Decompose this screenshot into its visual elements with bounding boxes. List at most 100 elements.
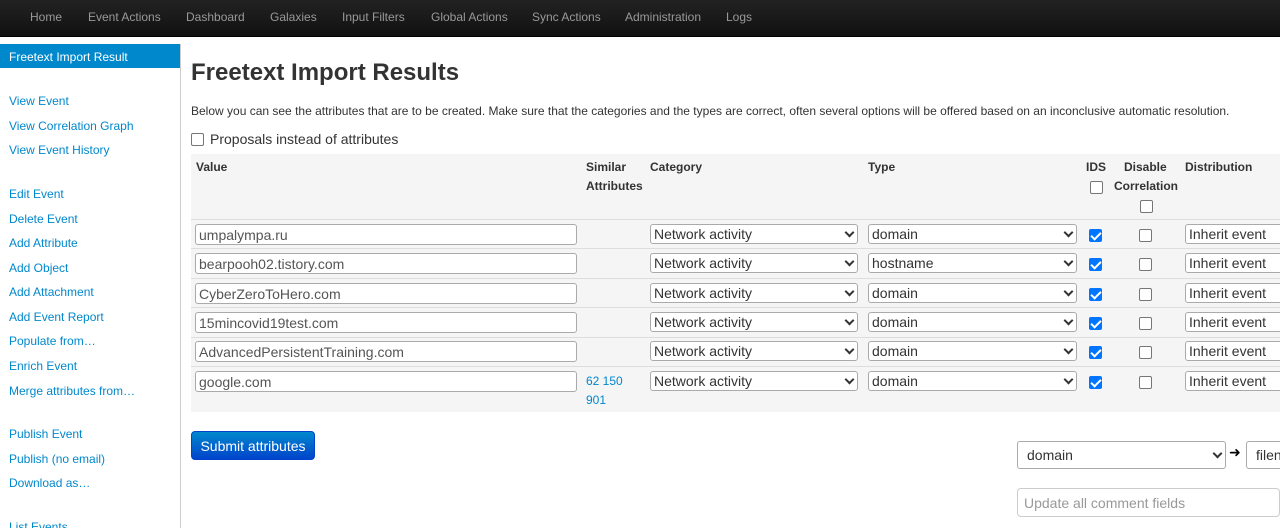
- distribution-select[interactable]: Inherit event: [1185, 341, 1280, 361]
- type-select[interactable]: domain: [868, 312, 1077, 332]
- sidebar-item-view-event-history[interactable]: View Event History: [9, 143, 109, 157]
- sidebar-item-publish-no-email[interactable]: Publish (no email): [9, 452, 105, 466]
- header-category: Category: [650, 160, 703, 174]
- header-value: Value: [196, 160, 228, 174]
- chevron-down-icon: [844, 286, 855, 297]
- ids-checkbox[interactable]: [1089, 376, 1102, 389]
- nav-galaxies[interactable]: Galaxies: [270, 10, 317, 24]
- type-value: domain: [872, 285, 918, 301]
- sidebar-item-publish-event[interactable]: Publish Event: [9, 427, 82, 441]
- page-description: Below you can see the attributes that ar…: [191, 104, 1230, 118]
- category-value: Network activity: [654, 255, 753, 271]
- category-select[interactable]: Network activity: [650, 341, 858, 361]
- nav-input-filters[interactable]: Input Filters: [342, 10, 405, 24]
- sidebar-item-edit-event[interactable]: Edit Event: [9, 187, 64, 201]
- distribution-select[interactable]: Inherit event: [1185, 371, 1280, 391]
- sidebar-item-populate-from[interactable]: Populate from…: [9, 334, 96, 348]
- chevron-down-icon: [844, 344, 855, 355]
- sidebar-item-add-event-report[interactable]: Add Event Report: [9, 310, 104, 324]
- sidebar-item-enrich-event[interactable]: Enrich Event: [9, 359, 77, 373]
- disable-correlation-checkbox[interactable]: [1139, 258, 1152, 271]
- type-value: domain: [872, 226, 918, 242]
- type-select[interactable]: domain: [868, 224, 1077, 244]
- category-select[interactable]: Network activity: [650, 283, 858, 303]
- chevron-down-icon: [844, 227, 855, 238]
- disable-correlation-checkbox[interactable]: [1139, 317, 1152, 330]
- nav-global-actions[interactable]: Global Actions: [431, 10, 508, 24]
- value-input[interactable]: AdvancedPersistentTraining.com: [195, 341, 577, 362]
- ids-checkbox[interactable]: [1089, 346, 1102, 359]
- value-input[interactable]: CyberZeroToHero.com: [195, 283, 577, 304]
- sidebar-item-view-event[interactable]: View Event: [9, 94, 69, 108]
- value-input[interactable]: bearpooh02.tistory.com: [195, 253, 577, 274]
- disable-correlation-checkbox[interactable]: [1139, 288, 1152, 301]
- type-select[interactable]: domain: [868, 283, 1077, 303]
- sidebar-item-add-object[interactable]: Add Object: [9, 261, 68, 275]
- sidebar-item-view-correlation-graph[interactable]: View Correlation Graph: [9, 119, 134, 133]
- category-value: Network activity: [654, 285, 753, 301]
- disable-correlation-checkbox[interactable]: [1139, 229, 1152, 242]
- value-input[interactable]: google.com: [195, 371, 577, 392]
- type-select[interactable]: hostname: [868, 253, 1077, 273]
- distribution-select[interactable]: Inherit event: [1185, 283, 1280, 303]
- header-similar-2: Attributes: [586, 179, 643, 193]
- bulk-type-select[interactable]: domain: [1017, 441, 1226, 469]
- submit-attributes-button[interactable]: Submit attributes: [191, 431, 315, 460]
- distribution-value: Inherit event: [1189, 343, 1267, 359]
- bulk-target-select[interactable]: filen: [1246, 441, 1280, 469]
- chevron-down-icon: [844, 374, 855, 385]
- value-input[interactable]: 15mincovid19test.com: [195, 312, 577, 333]
- chevron-down-icon: [1063, 344, 1074, 355]
- type-select[interactable]: domain: [868, 341, 1077, 361]
- distribution-select[interactable]: Inherit event: [1185, 224, 1280, 244]
- bulk-target-value: filen: [1256, 447, 1280, 463]
- ids-checkbox[interactable]: [1089, 317, 1102, 330]
- category-value: Network activity: [654, 226, 753, 242]
- nav-administration[interactable]: Administration: [625, 10, 701, 24]
- update-all-comments-input[interactable]: Update all comment fields: [1017, 488, 1280, 517]
- sidebar-divider: [9, 77, 151, 78]
- sidebar-item-list-events[interactable]: List Events: [9, 520, 68, 528]
- sidebar-item-add-attribute[interactable]: Add Attribute: [9, 236, 78, 250]
- ids-checkbox[interactable]: [1089, 229, 1102, 242]
- category-value: Network activity: [654, 373, 753, 389]
- ids-select-all-checkbox[interactable]: [1090, 181, 1103, 194]
- category-select[interactable]: Network activity: [650, 312, 858, 332]
- sidebar-item-download-as[interactable]: Download as…: [9, 476, 90, 490]
- distribution-value: Inherit event: [1189, 373, 1267, 389]
- similar-attributes-links[interactable]: 62 150 901: [586, 372, 634, 410]
- nav-logs[interactable]: Logs: [726, 10, 752, 24]
- chevron-down-icon: [1063, 286, 1074, 297]
- disable-correlation-checkbox[interactable]: [1139, 376, 1152, 389]
- sidebar-item-delete-event[interactable]: Delete Event: [9, 212, 78, 226]
- distribution-value: Inherit event: [1189, 285, 1267, 301]
- nav-sync-actions[interactable]: Sync Actions: [532, 10, 601, 24]
- category-select[interactable]: Network activity: [650, 224, 858, 244]
- nav-event-actions[interactable]: Event Actions: [88, 10, 161, 24]
- row-divider: [191, 337, 1280, 338]
- sidebar-item-merge-attributes[interactable]: Merge attributes from…: [9, 384, 135, 398]
- type-select[interactable]: domain: [868, 371, 1077, 391]
- distribution-select[interactable]: Inherit event: [1185, 312, 1280, 332]
- sidebar-divider: [9, 411, 151, 412]
- nav-home[interactable]: Home: [30, 10, 62, 24]
- value-input[interactable]: umpalympa.ru: [195, 224, 577, 245]
- sidebar-item-add-attachment[interactable]: Add Attachment: [9, 285, 94, 299]
- category-select[interactable]: Network activity: [650, 371, 858, 391]
- header-ids: IDS: [1086, 160, 1107, 174]
- chevron-down-icon: [844, 315, 855, 326]
- category-select[interactable]: Network activity: [650, 253, 858, 273]
- sidebar-item-freetext-import-result[interactable]: Freetext Import Result: [0, 44, 180, 68]
- ids-checkbox[interactable]: [1089, 258, 1102, 271]
- disable-correlation-select-all-checkbox[interactable]: [1140, 200, 1153, 213]
- proposals-checkbox[interactable]: [191, 133, 204, 146]
- header-disable-correlation: Disable: [1124, 160, 1167, 174]
- disable-correlation-checkbox[interactable]: [1139, 346, 1152, 359]
- row-divider: [191, 219, 1280, 220]
- chevron-down-icon: [1063, 374, 1074, 385]
- header-distribution: Distribution: [1185, 160, 1253, 174]
- ids-checkbox[interactable]: [1089, 288, 1102, 301]
- sidebar-divider: [9, 504, 151, 505]
- nav-dashboard[interactable]: Dashboard: [186, 10, 245, 24]
- distribution-select[interactable]: Inherit event: [1185, 253, 1280, 273]
